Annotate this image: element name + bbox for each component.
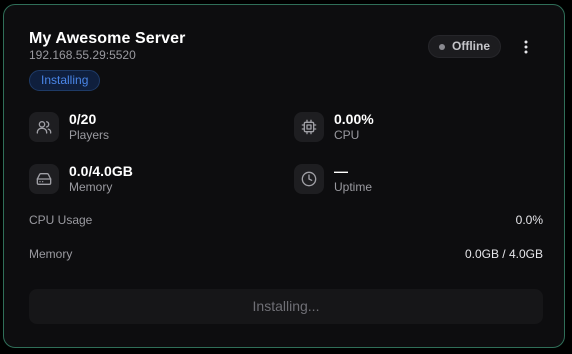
cpu-usage-value: 0.0%: [515, 213, 543, 227]
more-vertical-icon: [524, 40, 528, 54]
uptime-label: Uptime: [334, 180, 373, 194]
status-dot-icon: [439, 43, 445, 50]
players-label: Players: [69, 128, 110, 142]
more-options-button[interactable]: [516, 37, 536, 57]
cpu-label: CPU: [334, 128, 360, 142]
memory-usage-value: 0.0GB / 4.0GB: [464, 247, 543, 261]
cpu-usage-label: CPU Usage: [29, 213, 93, 227]
installing-button[interactable]: Installing...: [29, 289, 543, 324]
users-icon: [29, 112, 59, 142]
server-address: 192.168.55.29:5520: [29, 48, 136, 62]
clock-icon: [294, 164, 324, 194]
cpu-value: 0.00%: [334, 111, 374, 127]
server-card: My Awesome Server 192.168.55.29:5520 Ins…: [3, 4, 565, 348]
install-status-badge: Installing: [29, 70, 101, 91]
memory-usage-label: Memory: [29, 247, 73, 261]
server-status-label: Offline: [452, 39, 490, 53]
memory-label: Memory: [69, 180, 113, 194]
players-value: 0/20: [69, 111, 97, 127]
uptime-value: —: [334, 163, 348, 179]
server-name: My Awesome Server: [29, 30, 186, 47]
memory-value: 0.0/4.0GB: [69, 163, 133, 179]
hard-drive-icon: [29, 164, 59, 194]
server-status-badge: Offline: [428, 35, 501, 58]
cpu-icon: [294, 112, 324, 142]
